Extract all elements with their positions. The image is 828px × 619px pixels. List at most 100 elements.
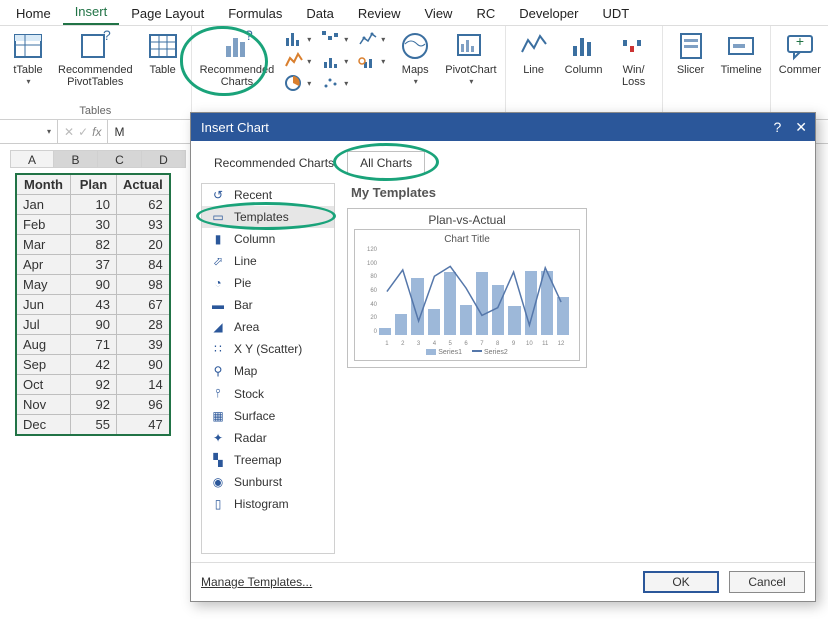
table-header[interactable]: Actual bbox=[117, 175, 170, 195]
table-cell[interactable]: 28 bbox=[117, 315, 170, 335]
cancel-formula-icon[interactable]: ✕ bbox=[64, 125, 74, 139]
table-cell[interactable]: 96 bbox=[117, 395, 170, 415]
table-cell[interactable]: Sep bbox=[17, 355, 71, 375]
dialog-titlebar[interactable]: Insert Chart ? ✕ bbox=[191, 113, 815, 141]
chart-category-recent[interactable]: ↺Recent bbox=[202, 184, 334, 206]
table-cell[interactable]: 98 bbox=[117, 275, 170, 295]
scatter-chart-dropdown[interactable]: ▾ bbox=[321, 74, 348, 92]
ribbon-tab-view[interactable]: View bbox=[413, 2, 465, 25]
fx-icon[interactable]: fx bbox=[92, 125, 101, 139]
ribbon-tab-formulas[interactable]: Formulas bbox=[216, 2, 294, 25]
chart-category-column[interactable]: ▮Column bbox=[202, 228, 334, 250]
table-cell[interactable]: 55 bbox=[71, 415, 117, 435]
table-cell[interactable]: 90 bbox=[117, 355, 170, 375]
help-icon[interactable]: ? bbox=[773, 119, 781, 136]
column-header[interactable]: D bbox=[142, 150, 186, 168]
chart-category-radar[interactable]: ✦Radar bbox=[202, 427, 334, 449]
recommended-pivottables-button[interactable]: ? Recommended PivotTables bbox=[58, 30, 133, 88]
ribbon-tab-home[interactable]: Home bbox=[4, 2, 63, 25]
manage-templates-link[interactable]: Manage Templates... bbox=[201, 575, 312, 589]
table-cell[interactable]: 82 bbox=[71, 235, 117, 255]
table-row[interactable]: Sep4290 bbox=[17, 355, 170, 375]
table-cell[interactable]: Aug bbox=[17, 335, 71, 355]
table-row[interactable]: Apr3784 bbox=[17, 255, 170, 275]
table-cell[interactable]: 39 bbox=[117, 335, 170, 355]
table-cell[interactable]: Jun bbox=[17, 295, 71, 315]
table-cell[interactable]: Apr bbox=[17, 255, 71, 275]
table-cell[interactable]: Nov bbox=[17, 395, 71, 415]
timeline-button[interactable]: Timeline bbox=[721, 30, 762, 76]
line-chart-dropdown[interactable]: ▾ bbox=[321, 30, 348, 48]
table-row[interactable]: Jul9028 bbox=[17, 315, 170, 335]
table-cell[interactable]: 42 bbox=[71, 355, 117, 375]
table-row[interactable]: Oct9214 bbox=[17, 375, 170, 395]
table-cell[interactable]: 10 bbox=[71, 195, 117, 215]
column-header[interactable]: A bbox=[10, 150, 54, 168]
chart-category-surface[interactable]: ▦Surface bbox=[202, 405, 334, 427]
pie-chart-dropdown[interactable]: ▾ bbox=[284, 74, 311, 92]
chart-category-map[interactable]: ⚲Map bbox=[202, 360, 334, 382]
slicer-button[interactable]: Slicer bbox=[671, 30, 711, 76]
table-cell[interactable]: Jan bbox=[17, 195, 71, 215]
ribbon-tab-insert[interactable]: Insert bbox=[63, 0, 120, 25]
comment-button[interactable]: +Commer bbox=[779, 30, 821, 76]
table-cell[interactable]: May bbox=[17, 275, 71, 295]
table-row[interactable]: Aug7139 bbox=[17, 335, 170, 355]
pivotchart-button[interactable]: PivotChart ▾ bbox=[445, 30, 496, 87]
maps-button[interactable]: Maps ▾ bbox=[395, 30, 435, 87]
table-cell[interactable]: 43 bbox=[71, 295, 117, 315]
table-header[interactable]: Plan bbox=[71, 175, 117, 195]
data-table[interactable]: MonthPlanActualJan1062Feb3093Mar8220Apr3… bbox=[16, 174, 170, 435]
table-row[interactable]: Jun4367 bbox=[17, 295, 170, 315]
table-cell[interactable]: 84 bbox=[117, 255, 170, 275]
column-header[interactable]: C bbox=[98, 150, 142, 168]
table-cell[interactable]: Dec bbox=[17, 415, 71, 435]
table-cell[interactable]: 62 bbox=[117, 195, 170, 215]
pivottable-button[interactable]: tTable ▾ bbox=[8, 30, 48, 87]
chart-category-area[interactable]: ◢Area bbox=[202, 316, 334, 338]
table-cell[interactable]: 92 bbox=[71, 375, 117, 395]
table-row[interactable]: Mar8220 bbox=[17, 235, 170, 255]
template-thumbnail[interactable]: Plan-vs-Actual Chart Title 1201008060402… bbox=[347, 208, 587, 368]
chart-category-histogram[interactable]: ▯Histogram bbox=[202, 493, 334, 515]
table-cell[interactable]: 20 bbox=[117, 235, 170, 255]
table-button[interactable]: Table bbox=[143, 30, 183, 76]
table-cell[interactable]: 30 bbox=[71, 215, 117, 235]
recommended-charts-button[interactable]: ? Recommended Charts bbox=[200, 30, 275, 88]
column-chart-dropdown[interactable]: ▾ bbox=[284, 30, 311, 48]
table-row[interactable]: Nov9296 bbox=[17, 395, 170, 415]
table-cell[interactable]: 47 bbox=[117, 415, 170, 435]
cancel-button[interactable]: Cancel bbox=[729, 571, 805, 593]
table-row[interactable]: May9098 bbox=[17, 275, 170, 295]
chart-category-treemap[interactable]: ▚Treemap bbox=[202, 449, 334, 471]
table-header[interactable]: Month bbox=[17, 175, 71, 195]
chart-category-x-y-scatter-[interactable]: ∷X Y (Scatter) bbox=[202, 338, 334, 360]
table-row[interactable]: Jan1062 bbox=[17, 195, 170, 215]
ribbon-tab-review[interactable]: Review bbox=[346, 2, 413, 25]
ribbon-tab-developer[interactable]: Developer bbox=[507, 2, 590, 25]
tab-recommended-charts[interactable]: Recommended Charts bbox=[201, 151, 347, 175]
table-cell[interactable]: 14 bbox=[117, 375, 170, 395]
sparkline-winloss-button[interactable]: Win/ Loss bbox=[614, 30, 654, 88]
ribbon-tab-udt[interactable]: UDT bbox=[591, 2, 642, 25]
table-cell[interactable]: 92 bbox=[71, 395, 117, 415]
table-cell[interactable]: 67 bbox=[117, 295, 170, 315]
chart-category-line[interactable]: ⬀Line bbox=[202, 250, 334, 272]
ribbon-tab-page-layout[interactable]: Page Layout bbox=[119, 2, 216, 25]
table-cell[interactable]: Jul bbox=[17, 315, 71, 335]
sparkline-line-button[interactable]: Line bbox=[514, 30, 554, 76]
column-header[interactable]: B bbox=[54, 150, 98, 168]
table-cell[interactable]: 71 bbox=[71, 335, 117, 355]
table-cell[interactable]: 90 bbox=[71, 315, 117, 335]
ribbon-tab-rc[interactable]: RC bbox=[464, 2, 507, 25]
table-cell[interactable]: Oct bbox=[17, 375, 71, 395]
hierarchy-chart-dropdown[interactable]: ▾ bbox=[284, 52, 311, 70]
stock-chart-dropdown[interactable]: ▾ bbox=[358, 30, 385, 48]
ok-button[interactable]: OK bbox=[643, 571, 719, 593]
bar-chart-dropdown[interactable]: ▾ bbox=[321, 52, 348, 70]
name-box[interactable]: ▾ bbox=[0, 120, 58, 143]
table-cell[interactable]: 37 bbox=[71, 255, 117, 275]
chart-category-stock[interactable]: ⫯Stock bbox=[202, 382, 334, 405]
table-row[interactable]: Dec5547 bbox=[17, 415, 170, 435]
table-cell[interactable]: Feb bbox=[17, 215, 71, 235]
